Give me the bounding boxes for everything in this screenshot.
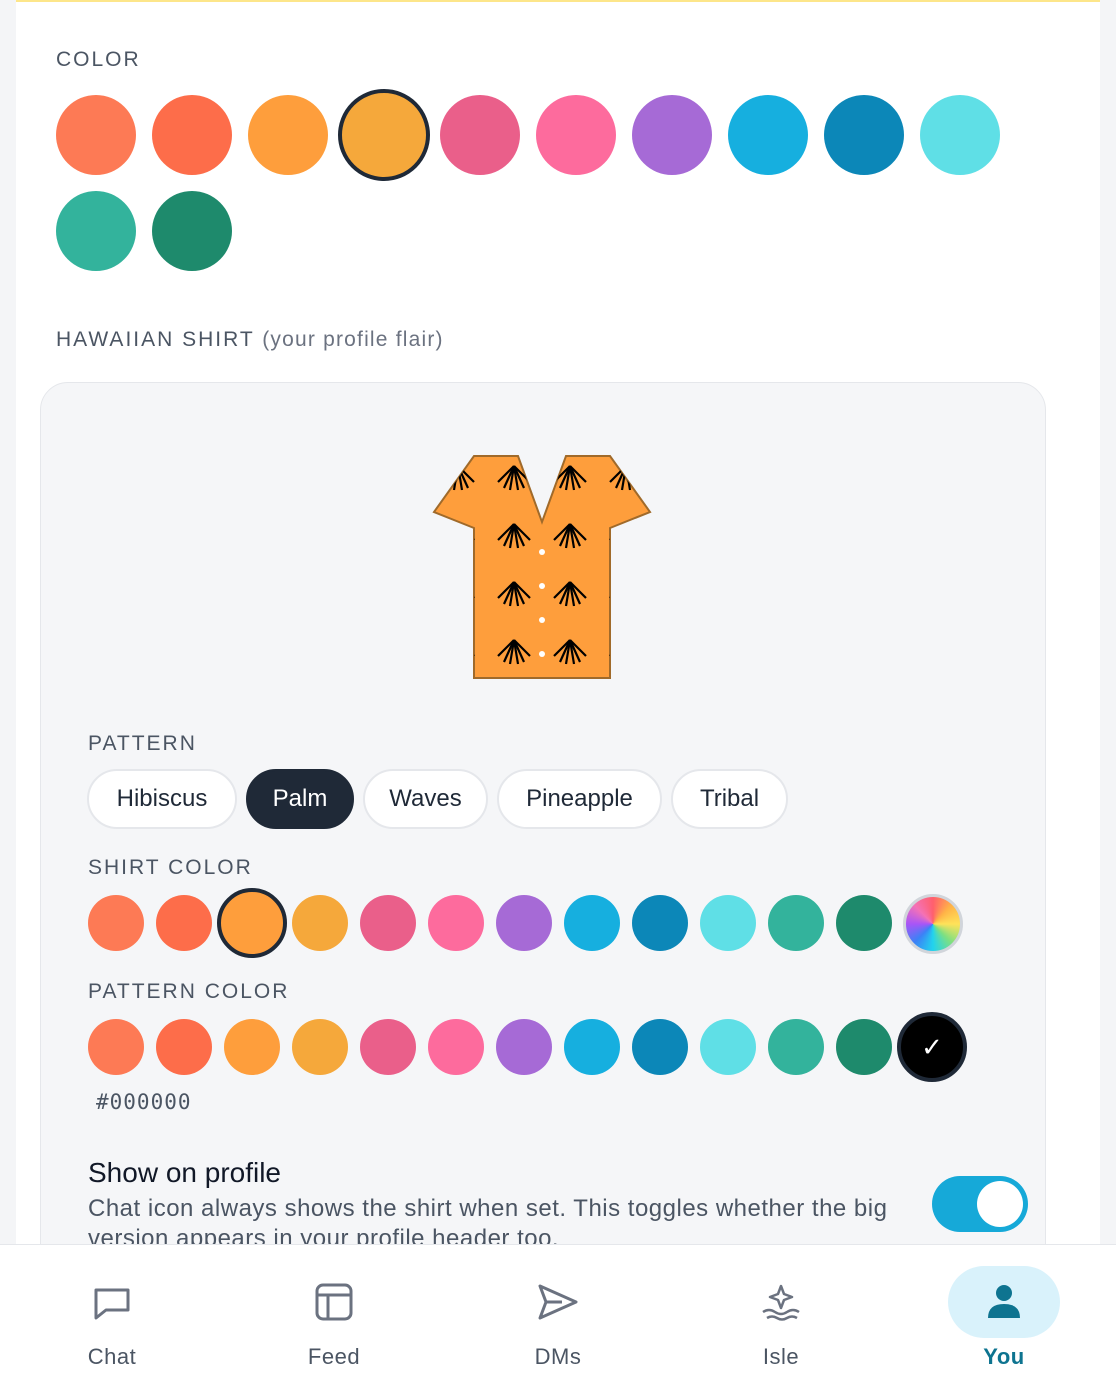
shirt-color-swatch[interactable] — [156, 895, 212, 951]
pattern-color-swatch[interactable] — [360, 1019, 416, 1075]
pattern-chip-tribal[interactable]: Tribal — [671, 769, 788, 829]
color-section-label: COLOR — [56, 48, 141, 71]
shirt-preview — [430, 452, 654, 684]
nav-item-dms[interactable]: DMs — [478, 1244, 638, 1380]
color-swatch[interactable] — [440, 95, 520, 175]
pattern-color-swatch[interactable] — [224, 1019, 280, 1075]
send-icon — [538, 1284, 578, 1320]
feed-layout-icon — [315, 1283, 353, 1321]
shirt-color-swatch[interactable] — [428, 895, 484, 951]
color-swatch[interactable] — [632, 95, 712, 175]
shirt-color-swatch[interactable] — [564, 895, 620, 951]
hawaiian-shirt-icon — [432, 455, 652, 679]
chat-bubble-icon — [94, 1288, 130, 1320]
pattern-color-swatch[interactable] — [632, 1019, 688, 1075]
nav-label-feed: Feed — [307, 1344, 361, 1369]
pattern-color-swatch[interactable] — [496, 1019, 552, 1075]
pattern-color-swatch[interactable] — [156, 1019, 212, 1075]
shirt-color-swatch[interactable] — [632, 895, 688, 951]
toggle-knob — [977, 1181, 1023, 1227]
pattern-color-swatch[interactable]: ✓ — [897, 1012, 967, 1082]
nav-label-isle: Isle — [762, 1344, 800, 1369]
shirt-color-swatch[interactable] — [217, 888, 287, 958]
shirt-color-swatch[interactable] — [496, 895, 552, 951]
person-icon — [988, 1285, 1020, 1318]
color-swatch[interactable] — [536, 95, 616, 175]
shirt-section-title: HAWAIIAN SHIRT — [56, 328, 255, 351]
pattern-label: PATTERN — [88, 732, 197, 755]
color-swatch[interactable] — [824, 95, 904, 175]
shirt-color-swatch[interactable] — [292, 895, 348, 951]
nav-item-you[interactable]: You — [924, 1244, 1084, 1380]
pattern-chip-waves[interactable]: Waves — [363, 769, 488, 829]
checkmark-icon: ✓ — [921, 1031, 943, 1062]
pattern-color-swatch[interactable] — [428, 1019, 484, 1075]
pattern-color-swatch[interactable] — [700, 1019, 756, 1075]
pattern-chip-hibiscus[interactable]: Hibiscus — [87, 769, 237, 829]
shirt-color-swatch[interactable] — [360, 895, 416, 951]
nav-item-chat[interactable]: Chat — [32, 1244, 192, 1380]
color-swatch[interactable] — [56, 95, 136, 175]
nav-label-dms: DMs — [534, 1344, 582, 1369]
shirt-color-label: SHIRT COLOR — [88, 856, 253, 879]
color-swatch[interactable] — [152, 191, 232, 271]
pattern-color-swatch[interactable] — [768, 1019, 824, 1075]
nav-label-chat: Chat — [87, 1344, 137, 1369]
color-swatch[interactable] — [248, 95, 328, 175]
pattern-color-hex: #000000 — [96, 1090, 192, 1114]
pattern-color-swatch[interactable] — [564, 1019, 620, 1075]
shirt-color-swatch[interactable] — [836, 895, 892, 951]
pattern-color-label: PATTERN COLOR — [88, 980, 290, 1003]
show-on-profile-toggle[interactable] — [932, 1176, 1028, 1232]
shirt-section-sublabel: (your profile flair) — [262, 328, 444, 351]
shirt-section-label: HAWAIIAN SHIRT (your profile flair) — [56, 328, 444, 352]
color-swatch[interactable] — [338, 89, 430, 181]
nav-label-you: You — [983, 1344, 1025, 1369]
pattern-color-swatch[interactable] — [88, 1019, 144, 1075]
nav-item-feed[interactable]: Feed — [254, 1244, 414, 1380]
pattern-color-swatch[interactable] — [292, 1019, 348, 1075]
shirt-color-swatch[interactable] — [700, 895, 756, 951]
color-swatch[interactable] — [56, 191, 136, 271]
pattern-chip-palm[interactable]: Palm — [246, 769, 354, 829]
pattern-chip-pineapple[interactable]: Pineapple — [497, 769, 662, 829]
pattern-color-swatch[interactable] — [836, 1019, 892, 1075]
custom-color-wheel-icon[interactable] — [903, 894, 963, 954]
color-swatch[interactable] — [920, 95, 1000, 175]
shirt-color-swatch[interactable] — [88, 895, 144, 951]
nav-item-isle[interactable]: Isle — [701, 1244, 861, 1380]
color-swatch[interactable] — [728, 95, 808, 175]
color-swatch[interactable] — [152, 95, 232, 175]
island-sparkle-icon — [762, 1284, 800, 1321]
show-on-profile-title: Show on profile — [88, 1157, 282, 1188]
shirt-color-swatch[interactable] — [768, 895, 824, 951]
